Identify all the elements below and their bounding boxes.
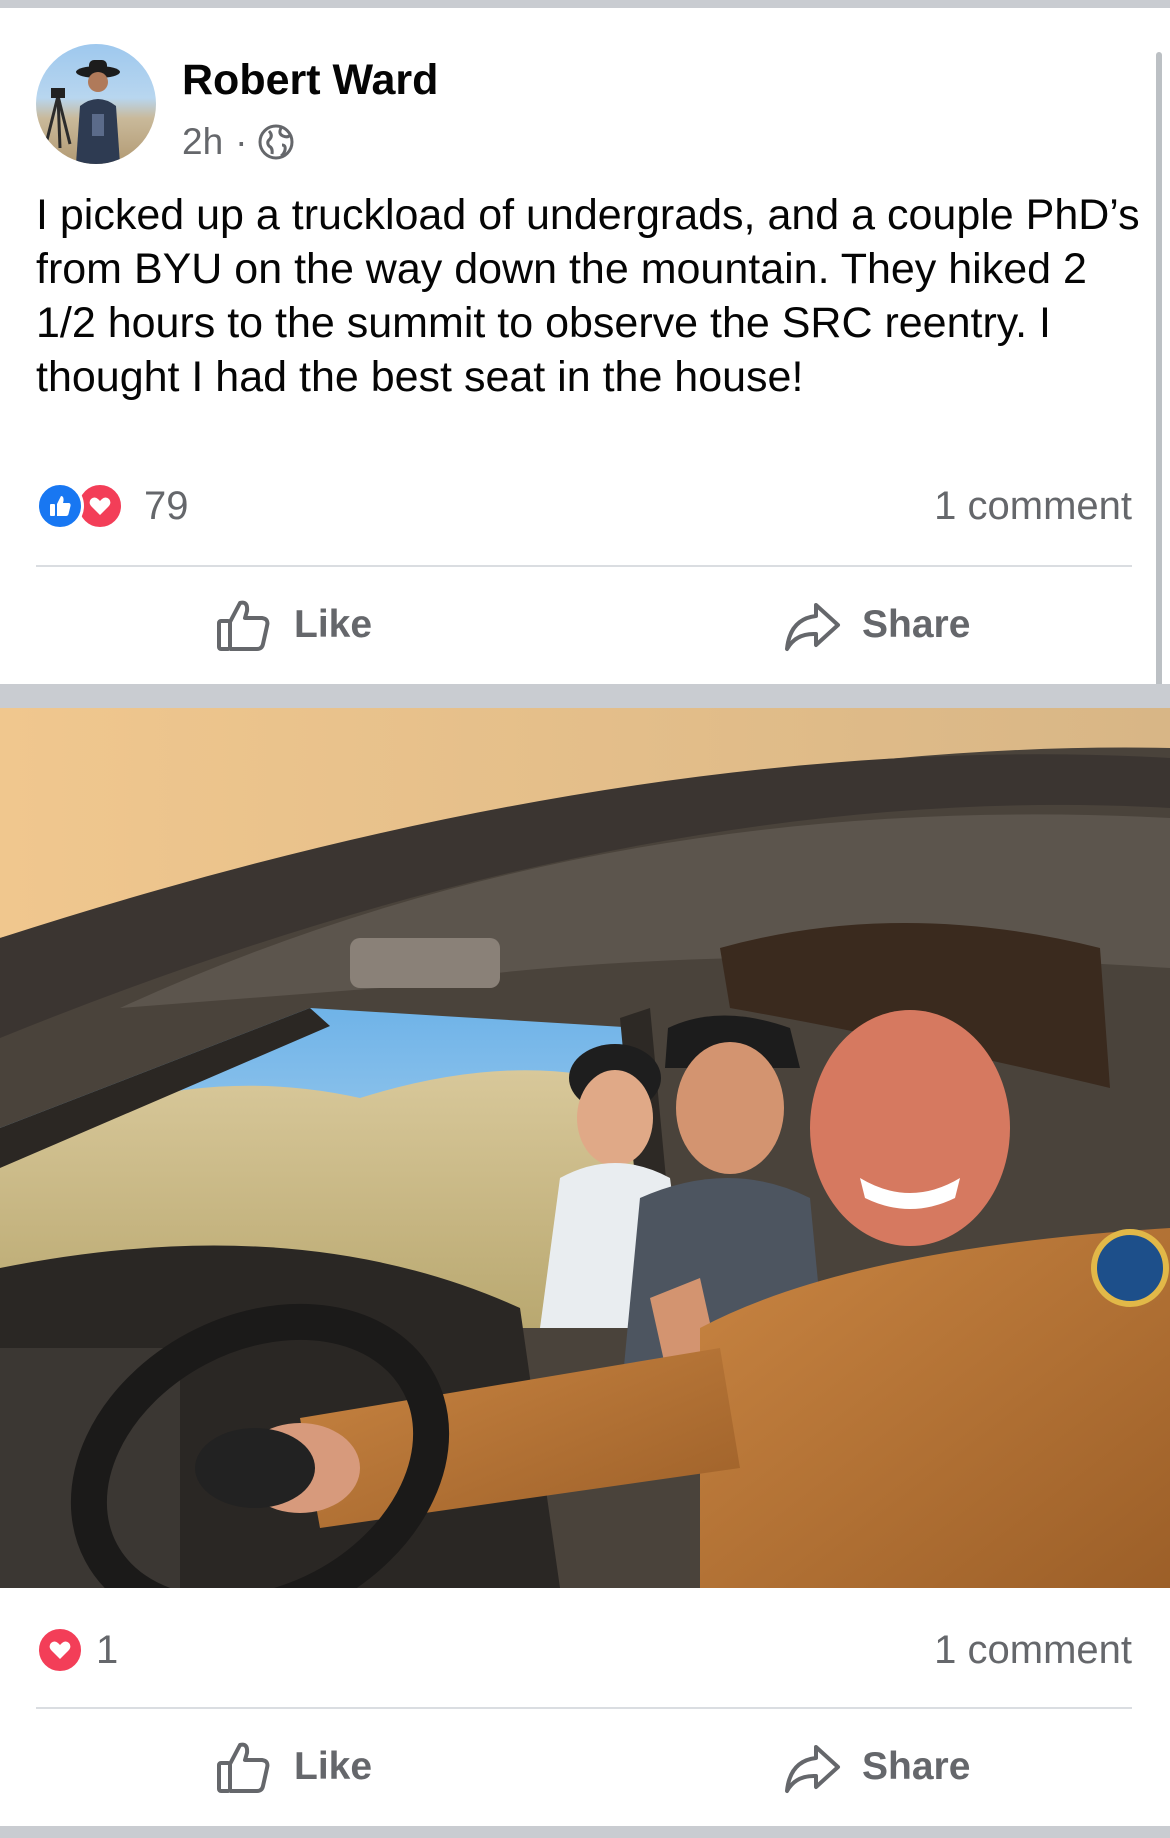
reactions-summary[interactable]: 79 1 comment (36, 482, 1132, 538)
scrollbar[interactable] (1156, 52, 1162, 702)
comment-count[interactable]: 1 comment (934, 484, 1132, 529)
post-header: Robert Ward 2h · (36, 44, 1116, 168)
like-label: Like (294, 603, 373, 646)
share-label: Share (862, 1745, 971, 1788)
post-meta: 2h · (182, 120, 295, 164)
avatar[interactable] (36, 44, 156, 164)
like-button[interactable]: Like (214, 590, 372, 660)
thumbs-up-icon (214, 595, 274, 655)
like-label: Like (294, 1745, 373, 1788)
post-photo[interactable] (0, 708, 1170, 1588)
like-icon (36, 482, 84, 530)
share-button[interactable]: Share (782, 590, 970, 660)
photo-comment-count[interactable]: 1 comment (934, 1628, 1132, 1673)
section-gap (0, 684, 1170, 708)
share-icon (782, 1737, 842, 1797)
meta-separator: · (235, 121, 248, 162)
photo-reaction-count: 1 (96, 1628, 119, 1672)
post-time[interactable]: 2h (182, 121, 223, 163)
photo-like-button[interactable]: Like (214, 1732, 372, 1802)
reaction-icons (36, 482, 124, 532)
share-icon (782, 595, 842, 655)
reaction-count: 79 (144, 484, 189, 528)
love-icon (36, 1626, 84, 1674)
divider (36, 565, 1132, 567)
top-divider (0, 0, 1170, 8)
share-label: Share (862, 603, 971, 646)
photo-share-button[interactable]: Share (782, 1732, 970, 1802)
photo-reactions-summary[interactable]: 1 1 comment (36, 1626, 1132, 1682)
globe-icon (257, 123, 295, 161)
divider (36, 1707, 1132, 1709)
post-text: I picked up a truckload of undergrads, a… (36, 191, 1140, 401)
thumbs-up-icon (214, 1737, 274, 1797)
bottom-divider (0, 1826, 1170, 1838)
author-name[interactable]: Robert Ward (182, 56, 438, 105)
photo-reaction-icons (36, 1626, 84, 1676)
